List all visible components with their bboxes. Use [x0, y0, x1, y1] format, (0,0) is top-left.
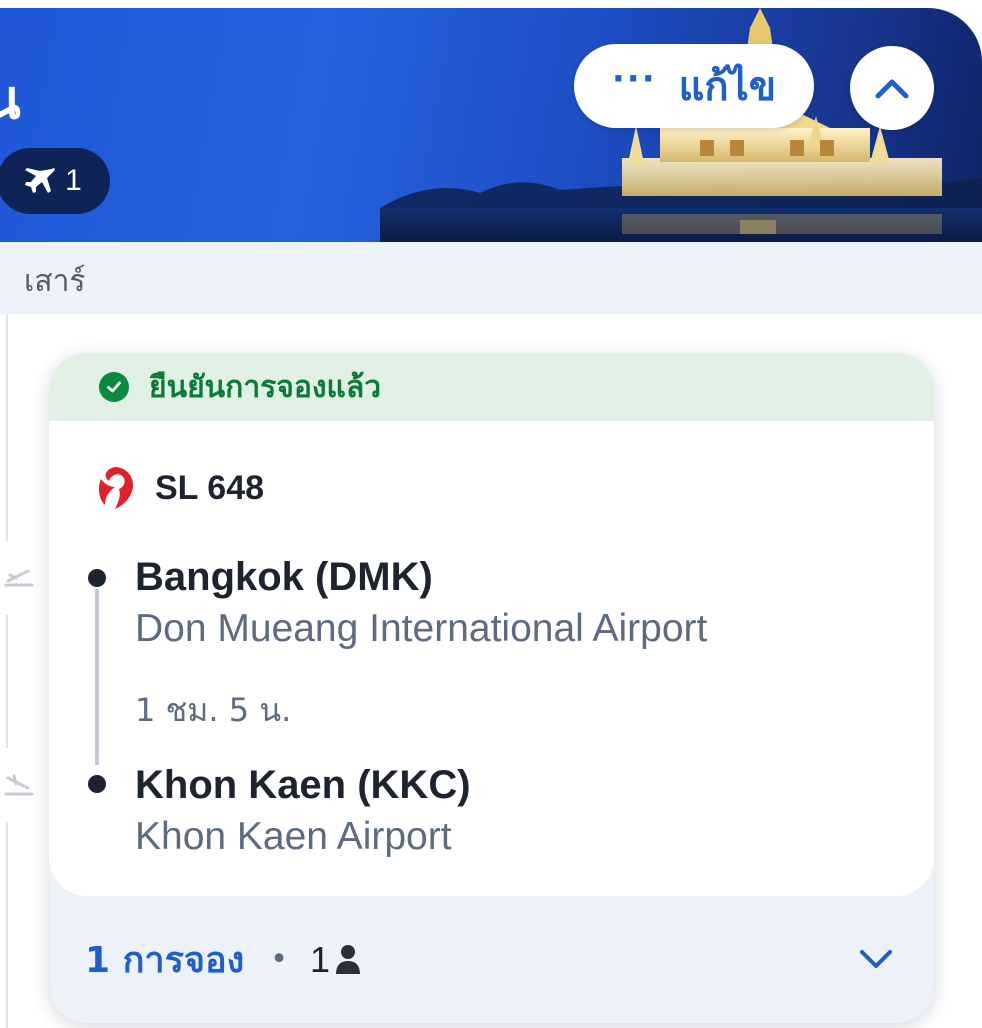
- arrival-city: Khon Kaen (KKC): [135, 763, 471, 807]
- person-icon: [335, 944, 360, 974]
- takeoff-icon: [0, 541, 38, 615]
- chevron-down-icon[interactable]: [856, 942, 896, 974]
- departure-airport: Don Mueang International Airport: [135, 607, 708, 650]
- landing-icon: [0, 748, 38, 822]
- arrival-airport: Khon Kaen Airport: [135, 815, 452, 858]
- booking-count: 1 การจอง: [85, 940, 245, 981]
- edit-trip-button[interactable]: ··· แก้ไข: [574, 44, 814, 128]
- flight-details: SL 648 Bangkok (DMK) Don Mueang Internat…: [49, 421, 934, 896]
- flights-count: 1: [65, 164, 82, 197]
- timeline-rail: [6, 314, 8, 1028]
- chevron-up-icon: [875, 79, 909, 99]
- airline-row: SL 648: [95, 465, 264, 511]
- trip-title: ก่น: [0, 68, 22, 131]
- edit-label: แก้ไข: [678, 64, 777, 110]
- booking-status-text: ยืนยันการจองแล้ว: [149, 369, 382, 405]
- flight-number: SL 648: [155, 468, 265, 507]
- arrival-dot: [88, 775, 106, 793]
- more-dots-icon: ···: [611, 59, 657, 99]
- trip-hero-header: ก่น 1: [0, 8, 982, 242]
- day-header: [0, 242, 982, 314]
- plane-icon: [25, 168, 55, 193]
- flights-count-chip[interactable]: 1: [0, 148, 110, 214]
- check-circle-icon: [99, 372, 129, 402]
- departure-dot: [88, 569, 106, 587]
- departure-city: Bangkok (DMK): [135, 555, 433, 599]
- trip-page: ก่น 1 ··· แก้ไข เสาร์: [0, 0, 982, 1028]
- booking-status-bar: ยืนยันการจองแล้ว: [49, 353, 934, 421]
- booking-summary-footer[interactable]: 1 การจอง • 1: [49, 896, 934, 1023]
- collapse-button[interactable]: [850, 46, 934, 130]
- passenger-count: 1: [309, 938, 330, 980]
- destination-photo: [380, 8, 982, 242]
- separator-dot: •: [270, 942, 288, 977]
- day-label: เสาร์: [24, 264, 86, 299]
- flight-booking-card[interactable]: ยืนยันการจองแล้ว SL 648 Bangkok (DMK) Do…: [49, 353, 934, 1023]
- airline-logo-icon: [98, 467, 133, 509]
- flight-segment-line: [95, 589, 99, 765]
- flight-duration: 1 ชม. 5 น.: [135, 691, 292, 729]
